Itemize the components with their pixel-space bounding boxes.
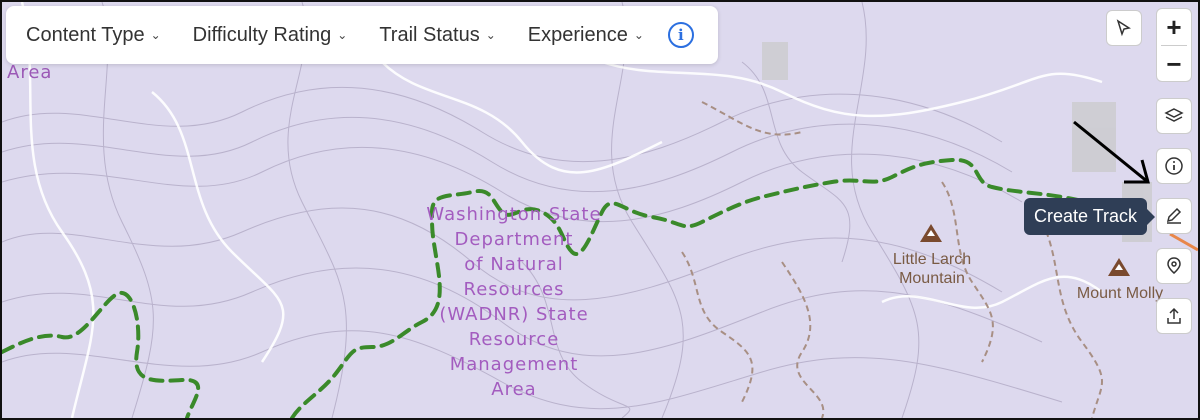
filter-label: Experience: [527, 23, 628, 46]
zoom-in-button[interactable]: +: [1157, 9, 1191, 45]
map-info-button[interactable]: [1156, 148, 1192, 184]
mountain-icon: [1108, 258, 1130, 276]
layers-icon: [1164, 108, 1184, 122]
mountain-icon: [920, 224, 942, 242]
chevron-down-icon: ⌄: [150, 28, 161, 42]
chevron-down-icon: ⌄: [485, 28, 496, 42]
create-track-tooltip: Create Track: [1024, 198, 1156, 235]
filter-label: Difficulty Rating: [192, 23, 332, 46]
filter-bar: Content Type ⌄ Difficulty Rating ⌄ Trail S…: [6, 6, 718, 64]
select-tool-button[interactable]: [1106, 10, 1142, 46]
zoom-control: + −: [1156, 8, 1192, 82]
info-icon[interactable]: i: [667, 22, 694, 48]
peak-label-little-larch: Little Larch Mountain: [892, 251, 972, 287]
experience-filter[interactable]: Experience ⌄: [528, 24, 644, 47]
content-type-filter[interactable]: Content Type ⌄: [26, 24, 161, 47]
map-frame[interactable]: Content Type ⌄ Difficulty Rating ⌄ Trail S…: [0, 0, 1200, 420]
create-track-button[interactable]: [1156, 198, 1192, 234]
trail-status-filter[interactable]: Trail Status ⌄: [379, 24, 495, 47]
location-button[interactable]: [1156, 248, 1192, 284]
location-pin-icon: [1167, 257, 1181, 274]
share-button[interactable]: [1156, 298, 1192, 334]
cursor-icon: [1116, 19, 1131, 37]
chevron-down-icon: ⌄: [633, 28, 644, 42]
filter-label: Content Type: [26, 23, 145, 46]
zoom-out-button[interactable]: −: [1157, 46, 1191, 82]
filter-label: Trail Status: [379, 23, 480, 46]
chevron-down-icon: ⌄: [337, 28, 348, 42]
difficulty-rating-filter[interactable]: Difficulty Rating ⌄: [193, 24, 348, 47]
layers-button[interactable]: [1156, 98, 1192, 134]
area-label: Area: [7, 62, 53, 83]
upload-icon: [1167, 307, 1181, 324]
info-icon: [1165, 157, 1183, 175]
wadnr-area-label: Washington State Department of Natural R…: [426, 204, 602, 400]
pencil-icon: [1166, 207, 1182, 224]
